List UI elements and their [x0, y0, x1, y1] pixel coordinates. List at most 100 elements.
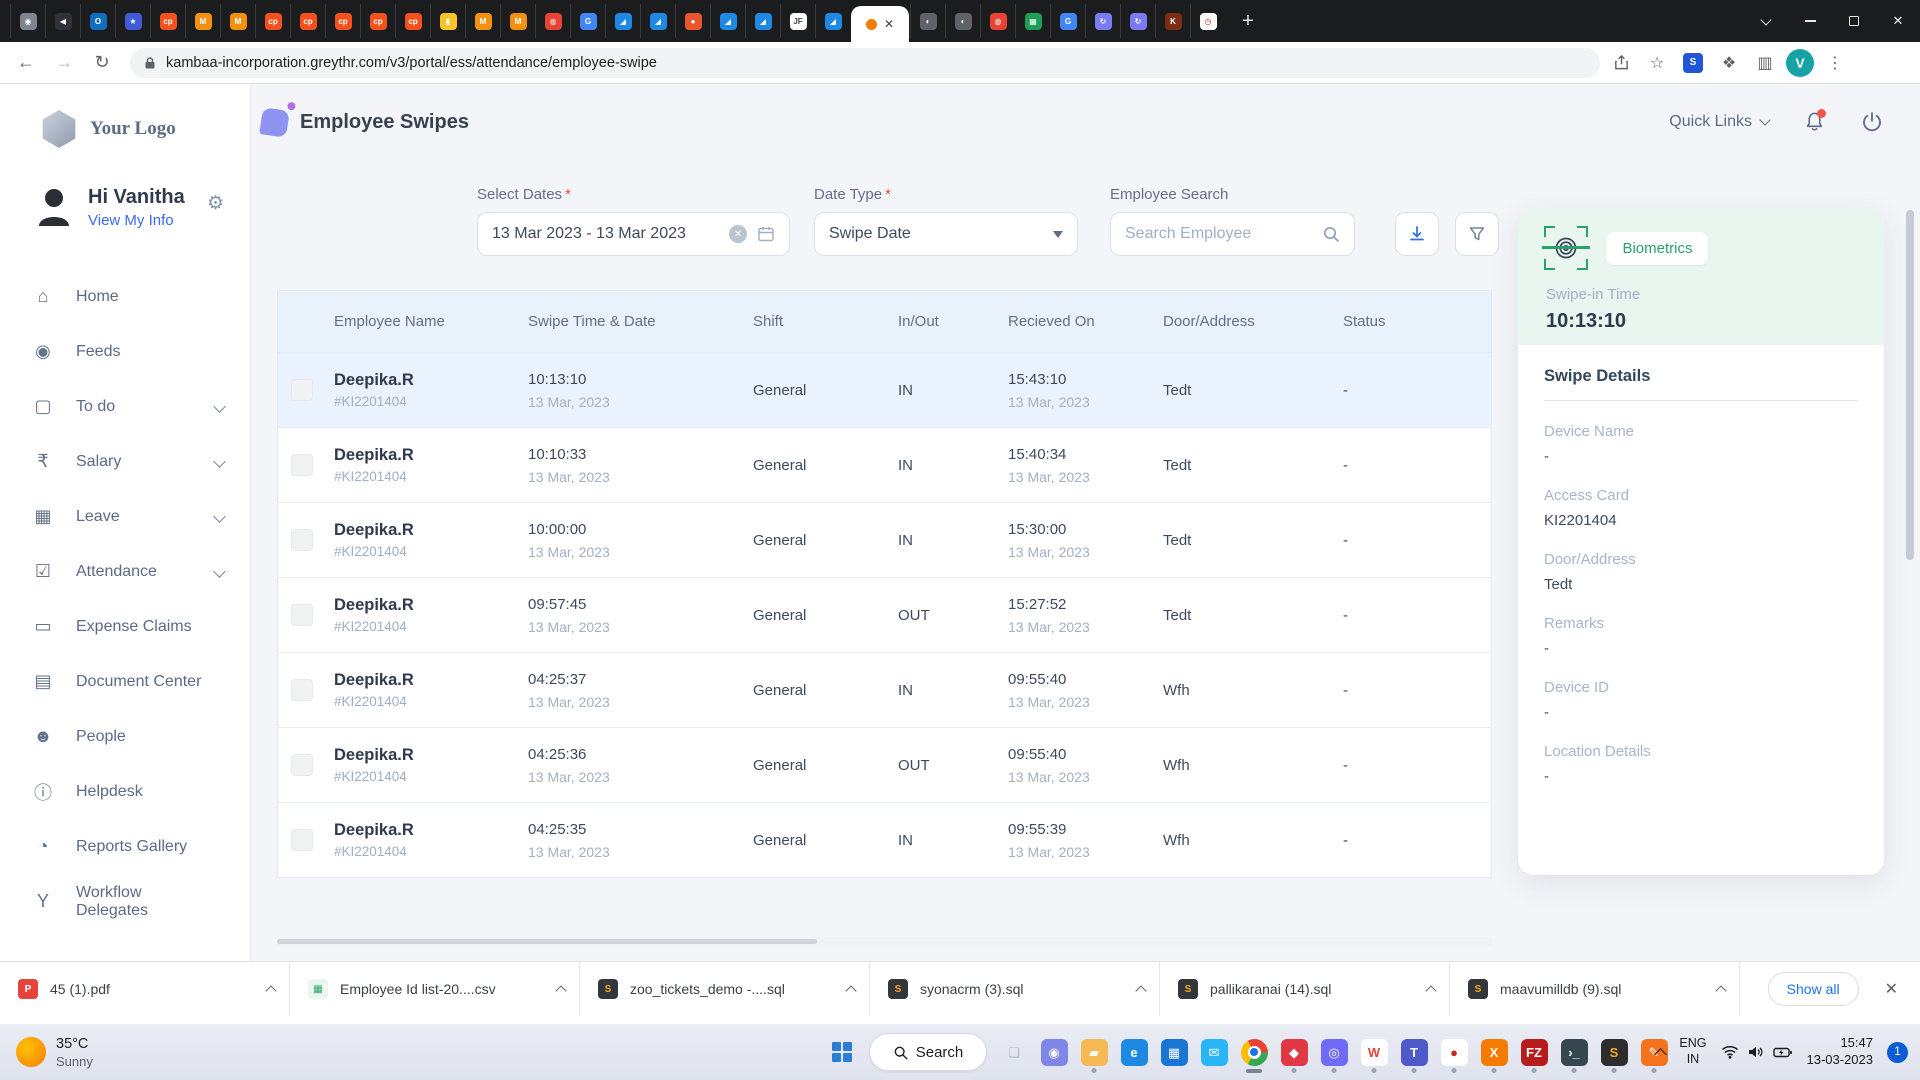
pinned-tab[interactable]: ◍ — [535, 4, 570, 38]
clock[interactable]: 15:4713-03-2023 — [1807, 1035, 1874, 1069]
clear-dates-icon[interactable]: ✕ — [729, 225, 747, 243]
column-header[interactable]: Door/Address — [1163, 313, 1343, 330]
sidebar-item[interactable]: ₹ Salary — [0, 434, 250, 489]
taskbar-app[interactable]: e — [1114, 1029, 1154, 1075]
volume-icon[interactable] — [1747, 1045, 1765, 1059]
sidebar-item[interactable]: ▦ Leave — [0, 489, 250, 544]
row-checkbox[interactable] — [291, 679, 313, 701]
taskbar-app[interactable]: X — [1474, 1029, 1514, 1075]
column-header[interactable]: Recieved On — [1008, 313, 1163, 330]
logout-power-icon[interactable] — [1860, 110, 1884, 134]
pinned-tab[interactable]: ● — [675, 4, 710, 38]
side-panel-icon[interactable]: ▥ — [1750, 48, 1780, 78]
pinned-tab[interactable]: ▮ — [430, 4, 465, 38]
taskbar-app[interactable]: ◎ — [1314, 1029, 1354, 1075]
download-chip[interactable]: P 45 (1).pdf — [0, 962, 290, 1016]
active-tab[interactable]: ✕ — [851, 6, 909, 42]
download-button[interactable] — [1395, 212, 1439, 256]
profile-avatar[interactable]: V — [1786, 49, 1814, 77]
chevron-up-icon[interactable] — [845, 985, 856, 996]
pinned-tab[interactable]: cp — [325, 4, 360, 38]
pinned-tab[interactable]: M — [185, 4, 220, 38]
pinned-tab[interactable]: K — [1155, 4, 1190, 38]
pinned-tab[interactable]: ◷ — [1190, 4, 1225, 38]
pinned-tab[interactable]: ◢ — [605, 4, 640, 38]
pinned-tab[interactable]: ◐ — [945, 4, 980, 38]
row-checkbox[interactable] — [291, 379, 313, 401]
pinned-tab[interactable]: M — [220, 4, 255, 38]
extensions-puzzle-icon[interactable]: ❖ — [1714, 48, 1744, 78]
show-all-button[interactable]: Show all — [1768, 972, 1859, 1006]
pinned-tab[interactable]: ◢ — [640, 4, 675, 38]
pinned-tab[interactable]: ◐ — [910, 4, 945, 38]
taskbar-app[interactable]: ◉ — [1034, 1029, 1074, 1075]
pinned-tab[interactable]: ↻ — [1085, 4, 1120, 38]
pinned-tab[interactable]: M — [500, 4, 535, 38]
pinned-tab[interactable]: ↻ — [1120, 4, 1155, 38]
row-checkbox[interactable] — [291, 529, 313, 551]
taskbar-app[interactable] — [1234, 1029, 1274, 1075]
sidebar-item[interactable]: ◔ Reports Gallery — [0, 819, 250, 874]
sidebar-item[interactable]: ▭ Expense Claims — [0, 599, 250, 654]
download-chip[interactable]: S syonacrm (3).sql — [870, 962, 1160, 1016]
sidebar-item[interactable]: ▤ Document Center — [0, 654, 250, 709]
sidebar-item[interactable]: ☑ Attendance — [0, 544, 250, 599]
pinned-tab[interactable]: cp — [395, 4, 430, 38]
back-button[interactable]: ← — [10, 47, 42, 79]
share-icon[interactable] — [1606, 48, 1636, 78]
notification-count-badge[interactable]: 1 — [1887, 1042, 1908, 1063]
table-row[interactable]: Deepika.R #KI2201404 04:25:3713 Mar, 202… — [278, 652, 1491, 727]
pinned-tab[interactable]: M — [465, 4, 500, 38]
scrollbar-thumb[interactable] — [1906, 210, 1914, 560]
employee-search-box[interactable] — [1110, 212, 1355, 256]
table-row[interactable]: Deepika.R #KI2201404 10:10:3313 Mar, 202… — [278, 427, 1491, 502]
table-row[interactable]: Deepika.R #KI2201404 04:25:3613 Mar, 202… — [278, 727, 1491, 802]
taskbar-app[interactable]: ◆ — [1274, 1029, 1314, 1075]
start-button[interactable] — [822, 1032, 862, 1072]
weather-widget[interactable]: 35°C Sunny — [0, 1036, 93, 1069]
battery-icon[interactable] — [1773, 1046, 1793, 1059]
pinned-tab[interactable]: ◢ — [815, 4, 850, 38]
taskbar-app[interactable]: FZ — [1514, 1029, 1554, 1075]
calendar-icon[interactable] — [757, 225, 775, 243]
sidebar-item[interactable]: ▢ To do — [0, 379, 250, 434]
download-chip[interactable]: ▦ Employee Id list-20....csv — [290, 962, 580, 1016]
search-input[interactable] — [1125, 225, 1305, 243]
taskbar-app[interactable]: ● — [1434, 1029, 1474, 1075]
pinned-tab[interactable]: cp — [360, 4, 395, 38]
date-range-input[interactable]: 13 Mar 2023 - 13 Mar 2023 ✕ — [477, 212, 790, 256]
taskbar-app[interactable]: ✉ — [1194, 1029, 1234, 1075]
pinned-tab[interactable]: JF — [780, 4, 815, 38]
tab-close-icon[interactable]: ✕ — [884, 17, 894, 31]
taskbar-app[interactable]: ▦ — [1154, 1029, 1194, 1075]
download-chip[interactable]: S maavumilldb (9).sql — [1450, 962, 1740, 1016]
taskbar-app[interactable]: W — [1354, 1029, 1394, 1075]
filter-button[interactable] — [1455, 212, 1499, 256]
pinned-tab[interactable]: G — [1050, 4, 1085, 38]
vertical-scrollbar[interactable] — [1906, 210, 1914, 770]
chevron-up-icon[interactable] — [1425, 985, 1436, 996]
pinned-tab[interactable]: ◉ — [10, 4, 45, 38]
row-checkbox[interactable] — [291, 454, 313, 476]
taskbar-search[interactable]: Search — [869, 1033, 987, 1071]
minimize-button[interactable] — [1788, 0, 1832, 42]
table-row[interactable]: Deepika.R #KI2201404 10:13:1013 Mar, 202… — [278, 352, 1491, 427]
horizontal-scrollbar[interactable] — [277, 937, 1492, 946]
sidebar-item[interactable]: ⌂ Home — [0, 269, 250, 324]
taskbar-app[interactable]: ❏ — [994, 1029, 1034, 1075]
download-chip[interactable]: S zoo_tickets_demo -....sql — [580, 962, 870, 1016]
column-header[interactable]: Employee Name — [278, 313, 528, 330]
date-type-select[interactable]: Swipe Date — [814, 212, 1078, 256]
sidebar-item[interactable]: ⓘ Helpdesk — [0, 764, 250, 819]
reload-button[interactable]: ↻ — [86, 47, 118, 79]
row-checkbox[interactable] — [291, 604, 313, 626]
forward-button[interactable]: → — [48, 47, 80, 79]
quick-links-menu[interactable]: Quick Links — [1669, 113, 1769, 131]
row-checkbox[interactable] — [291, 829, 313, 851]
pinned-tab[interactable]: cp — [255, 4, 290, 38]
pinned-tab[interactable]: G — [570, 4, 605, 38]
pinned-tab[interactable]: ◍ — [980, 4, 1015, 38]
view-my-info-link[interactable]: View My Info — [88, 212, 185, 229]
pinned-tab[interactable]: O — [80, 4, 115, 38]
sidebar-item[interactable]: Y Workflow Delegates — [0, 874, 250, 929]
